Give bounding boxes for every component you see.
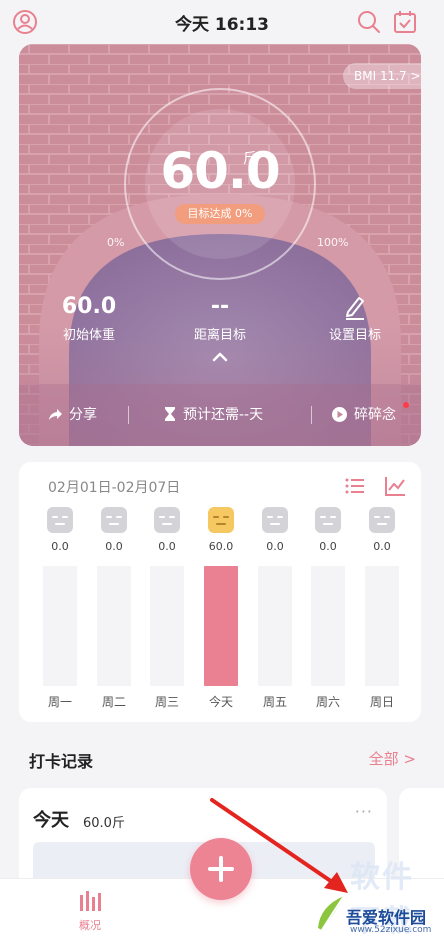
distance-to-goal-stat: -- 距离目标	[185, 294, 255, 343]
current-weight-value: 60.0	[160, 142, 280, 200]
set-goal-label: 设置目标	[328, 328, 381, 343]
day-bar-track	[365, 566, 399, 686]
mood-face-icon	[315, 507, 341, 533]
pencil-icon	[315, 294, 395, 322]
mood-face-icon	[154, 507, 180, 533]
initial-weight-value: 60.0	[61, 294, 117, 319]
share-label: 分享	[69, 407, 97, 423]
divider	[311, 406, 312, 424]
day-bar-track	[43, 566, 77, 686]
line-chart-icon[interactable]	[383, 474, 407, 498]
top-bar: 今天 16:13	[0, 0, 444, 44]
progress-min-label: 0%	[107, 236, 125, 249]
checkin-section-title: 打卡记录	[29, 752, 94, 771]
divider	[128, 406, 129, 424]
date-range[interactable]: 02月01日-02月07日	[48, 477, 180, 497]
weight-unit: 斤	[243, 151, 257, 167]
day-label: 今天	[208, 695, 233, 709]
calendar-check-icon[interactable]	[392, 9, 418, 35]
day-column[interactable]: 0.0	[362, 507, 402, 553]
day-weight-value: 0.0	[105, 540, 123, 553]
nav-overview-label: 概况	[79, 919, 101, 932]
record-weight: 60.0斤	[83, 816, 125, 831]
mood-face-icon	[262, 507, 288, 533]
nav-overview[interactable]: 概况	[70, 889, 110, 933]
notification-dot	[403, 402, 409, 408]
day-label: 周六	[315, 695, 340, 709]
distance-to-goal-value: --	[210, 294, 230, 319]
current-weight: 60.0 斤	[19, 142, 421, 200]
day-bar-track	[258, 566, 292, 686]
day-column[interactable]: 60.0	[201, 507, 241, 553]
day-bar-track	[97, 566, 131, 686]
record-date: 今天	[33, 810, 69, 831]
day-column[interactable]: 0.0	[40, 507, 80, 553]
list-icon[interactable]	[343, 474, 367, 498]
day-column[interactable]: 0.0	[308, 507, 348, 553]
bar-chart-icon	[80, 891, 101, 911]
weight-hero-card: BMI 11.7 > 60.0 斤 目标达成 0% 0% 100% 60.0 初…	[19, 44, 421, 446]
day-weight-value: 0.0	[158, 540, 176, 553]
estimate-days-label: 预计还需--天	[183, 407, 264, 423]
day-bar	[204, 566, 238, 686]
hourglass-icon	[165, 407, 175, 421]
mood-face-icon	[369, 507, 395, 533]
distance-to-goal-label: 距离目标	[193, 328, 246, 343]
initial-weight-stat[interactable]: 60.0 初始体重	[54, 294, 124, 343]
day-label: 周一	[47, 695, 72, 709]
day-column[interactable]: 0.0	[94, 507, 134, 553]
day-label: 周五	[262, 695, 287, 709]
goal-progress-badge: 目标达成 0%	[175, 204, 265, 224]
mood-face-icon	[47, 507, 73, 533]
day-bar-track	[311, 566, 345, 686]
watermark: 软件下载 吾爱软件园 www.52zixue.com	[306, 852, 444, 936]
view-all-link[interactable]: 全部 >	[369, 748, 416, 769]
day-bar-track	[204, 566, 238, 686]
mood-face-icon	[208, 507, 234, 533]
estimate-days: 预计还需--天	[163, 404, 263, 424]
day-weight-value: 0.0	[266, 540, 284, 553]
watermark-url: www.52zixue.com	[350, 925, 432, 935]
day-label: 周日	[369, 695, 394, 709]
notes-button[interactable]: 碎碎念	[331, 404, 396, 424]
bmi-button[interactable]: BMI 11.7 >	[343, 63, 421, 89]
initial-weight-label: 初始体重	[62, 328, 115, 343]
day-weight-value: 0.0	[373, 540, 391, 553]
day-weight-value: 0.0	[51, 540, 69, 553]
hero-action-bar: 分享 预计还需--天 碎碎念	[19, 384, 421, 446]
day-column[interactable]: 0.0	[147, 507, 187, 553]
day-weight-value: 0.0	[319, 540, 337, 553]
watermark-logo-icon	[318, 895, 345, 931]
day-label: 周三	[154, 695, 179, 709]
search-icon[interactable]	[356, 9, 382, 35]
play-circle-icon	[332, 406, 347, 422]
notes-label: 碎碎念	[354, 407, 396, 423]
day-weight-value: 60.0	[208, 540, 234, 553]
progress-max-label: 100%	[317, 236, 349, 249]
set-goal-button[interactable]: 设置目标	[315, 294, 395, 343]
day-bar-track	[150, 566, 184, 686]
weekly-weight-card: 02月01日-02月07日 0.0 周一 0.0 周二 0.0 周三 60.0 今天 0.0 周五…	[19, 462, 421, 722]
day-column[interactable]: 0.0	[255, 507, 295, 553]
share-icon	[49, 409, 62, 420]
mood-face-icon	[101, 507, 127, 533]
chevron-up-icon[interactable]	[210, 350, 230, 364]
share-button[interactable]: 分享	[47, 404, 97, 424]
day-label: 周二	[101, 695, 126, 709]
